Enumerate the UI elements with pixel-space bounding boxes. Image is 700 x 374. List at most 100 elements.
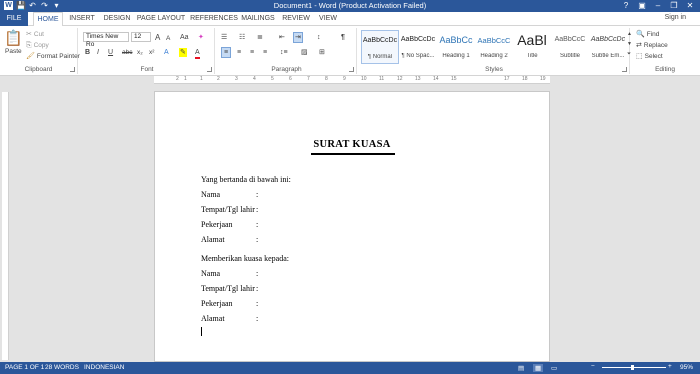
minimize-button[interactable]: – [650,0,666,12]
language-indicator[interactable]: INDONESIAN [84,364,124,371]
field-nama-2: Nama [201,269,221,278]
zoom-slider-knob[interactable] [630,365,634,370]
tab-insert[interactable]: INSERT [66,12,98,26]
center-icon[interactable]: ≡ [237,48,241,57]
tab-design[interactable]: DESIGN [100,12,134,26]
justify-icon[interactable]: ≡ [263,48,267,57]
style-title[interactable]: AaBl Title [513,30,551,64]
font-label: Font [140,66,154,73]
align-left-icon[interactable]: ≡ [221,47,232,58]
paragraph-group: ☰ ☷ ≣ ⇤ ⇥ ↕ ¶ ≡ ≡ ≡ ≡ ↕≡ ▨ ⊞ Paragraph [217,28,357,74]
underline-icon[interactable]: U [108,48,113,57]
field-colon: : [256,314,259,323]
editing-group: 🔍 Find ⇄ Replace ⬚ Select Editing [632,28,698,74]
page-count[interactable]: PAGE 1 OF 1 [5,364,44,371]
cut-button[interactable]: ✂ Cut [26,30,44,39]
select-button[interactable]: ⬚ Select [636,52,663,61]
print-layout-icon[interactable]: ▦ [533,364,544,372]
find-button[interactable]: 🔍 Find [636,30,659,39]
highlight-icon[interactable]: ✎ [179,48,187,57]
sign-in-link[interactable]: Sign in [665,14,686,21]
style-subtle-emphasis[interactable]: AaBbCcDc Subtle Em... [589,30,627,64]
tab-page-layout[interactable]: PAGE LAYOUT [136,12,186,26]
paste-button[interactable]: 📋 Paste [4,30,23,55]
shading-icon[interactable]: ▨ [301,48,308,57]
sort-icon[interactable]: ↕ [317,33,321,42]
field-pekerjaan-2: Pekerjaan [201,299,233,308]
tab-home[interactable]: HOME [33,12,63,27]
style-no-spacing[interactable]: AaBbCcDc ¶ No Spac... [399,30,437,64]
zoom-level[interactable]: 95% [680,364,693,371]
paragraph-launcher[interactable] [349,67,354,72]
font-launcher[interactable] [207,67,212,72]
copy-button[interactable]: ⎘ Copy [26,41,49,50]
strikethrough-icon[interactable]: abc [122,48,132,57]
format-painter-button[interactable]: 🖌 Format Painter [26,52,80,61]
increase-indent-icon[interactable]: ⇥ [293,32,303,43]
field-pekerjaan-1: Pekerjaan [201,220,233,229]
style-heading-1[interactable]: AaBbCc Heading 1 [437,30,475,64]
shrink-font-icon[interactable]: A [166,34,170,43]
field-tempat-2: Tempat/Tgl lahir [201,284,255,293]
tab-mailings[interactable]: MAILINGS [241,12,275,26]
styles-group: AaBbCcDc ¶ Normal AaBbCcDc ¶ No Spac... … [359,28,632,74]
font-color-icon[interactable]: A [195,48,200,59]
tab-view[interactable]: VIEW [316,12,340,26]
zoom-in-icon[interactable]: + [668,363,672,370]
middle-line: Memberikan kuasa kepada: [201,254,289,263]
read-mode-icon[interactable]: ▤ [518,364,524,372]
replace-button[interactable]: ⇄ Replace [636,41,668,50]
tab-references[interactable]: REFERENCES [189,12,239,26]
text-cursor [201,327,202,336]
clear-formatting-icon[interactable]: ✦ [198,33,204,42]
bold-icon[interactable]: B [85,48,90,57]
styles-launcher[interactable] [622,67,627,72]
show-hide-marks-icon[interactable]: ¶ [341,33,345,42]
zoom-out-icon[interactable]: − [591,363,595,370]
restore-button[interactable]: ❐ [666,0,682,12]
help-icon[interactable]: ? [618,0,634,12]
text-effects-icon[interactable]: A [164,48,169,57]
find-icon: 🔍 [636,31,645,38]
copy-icon: ⎘ [26,42,32,49]
close-button[interactable]: ✕ [682,0,698,12]
numbering-icon[interactable]: ☷ [239,33,245,42]
borders-icon[interactable]: ⊞ [319,48,325,57]
grow-font-icon[interactable]: A [155,33,160,42]
title-underline [311,153,395,155]
paragraph-label: Paragraph [271,66,302,73]
format-painter-icon: 🖌 [26,53,35,60]
document-page[interactable]: SURAT KUASA Yang bertanda di bawah ini: … [154,91,550,362]
horizontal-ruler[interactable]: 2 1 1 2 3 4 5 6 7 8 9 10 11 12 13 14 15 … [154,76,550,84]
web-layout-icon[interactable]: ▭ [551,364,557,372]
multilevel-list-icon[interactable]: ≣ [257,33,263,42]
subscript-icon[interactable]: x₂ [137,48,143,57]
align-right-icon[interactable]: ≡ [250,48,254,57]
word-count[interactable]: 28 WORDS [45,364,79,371]
tab-review[interactable]: REVIEW [281,12,311,26]
field-alamat-2: Alamat [201,314,225,323]
change-case-icon[interactable]: Aa [180,33,189,42]
styles-more-icon[interactable]: ⏷ [627,50,631,59]
style-heading-2[interactable]: AaBbCcC Heading 2 [475,30,513,64]
intro-line: Yang bertanda di bawah ini: [201,175,291,184]
style-subtitle[interactable]: AaBbCcC Subtitle [551,30,589,64]
tab-file[interactable]: FILE [0,12,28,26]
font-name-box[interactable]: Times New Ro [83,32,129,48]
bullets-icon[interactable]: ☰ [221,33,227,42]
vertical-ruler[interactable] [2,92,9,360]
clipboard-launcher[interactable] [70,67,75,72]
window-title: Document1 - Word (Product Activation Fai… [273,1,427,10]
italic-icon[interactable]: I [97,48,99,57]
decrease-indent-icon[interactable]: ⇤ [279,33,285,42]
cut-icon: ✂ [26,31,32,38]
ribbon-tabs: FILE HOME INSERT DESIGN PAGE LAYOUT REFE… [0,12,700,27]
replace-icon: ⇄ [636,42,642,49]
ribbon-display-icon[interactable]: ▣ [634,0,650,12]
superscript-icon[interactable]: x² [149,48,154,57]
status-bar: PAGE 1 OF 1 28 WORDS INDONESIAN ▤ ▦ ▭ − … [0,362,700,374]
style-normal[interactable]: AaBbCcDc ¶ Normal [361,30,399,64]
line-spacing-icon[interactable]: ↕≡ [280,48,288,57]
zoom-slider[interactable] [602,365,666,370]
font-size-box[interactable]: 12 [131,32,151,42]
